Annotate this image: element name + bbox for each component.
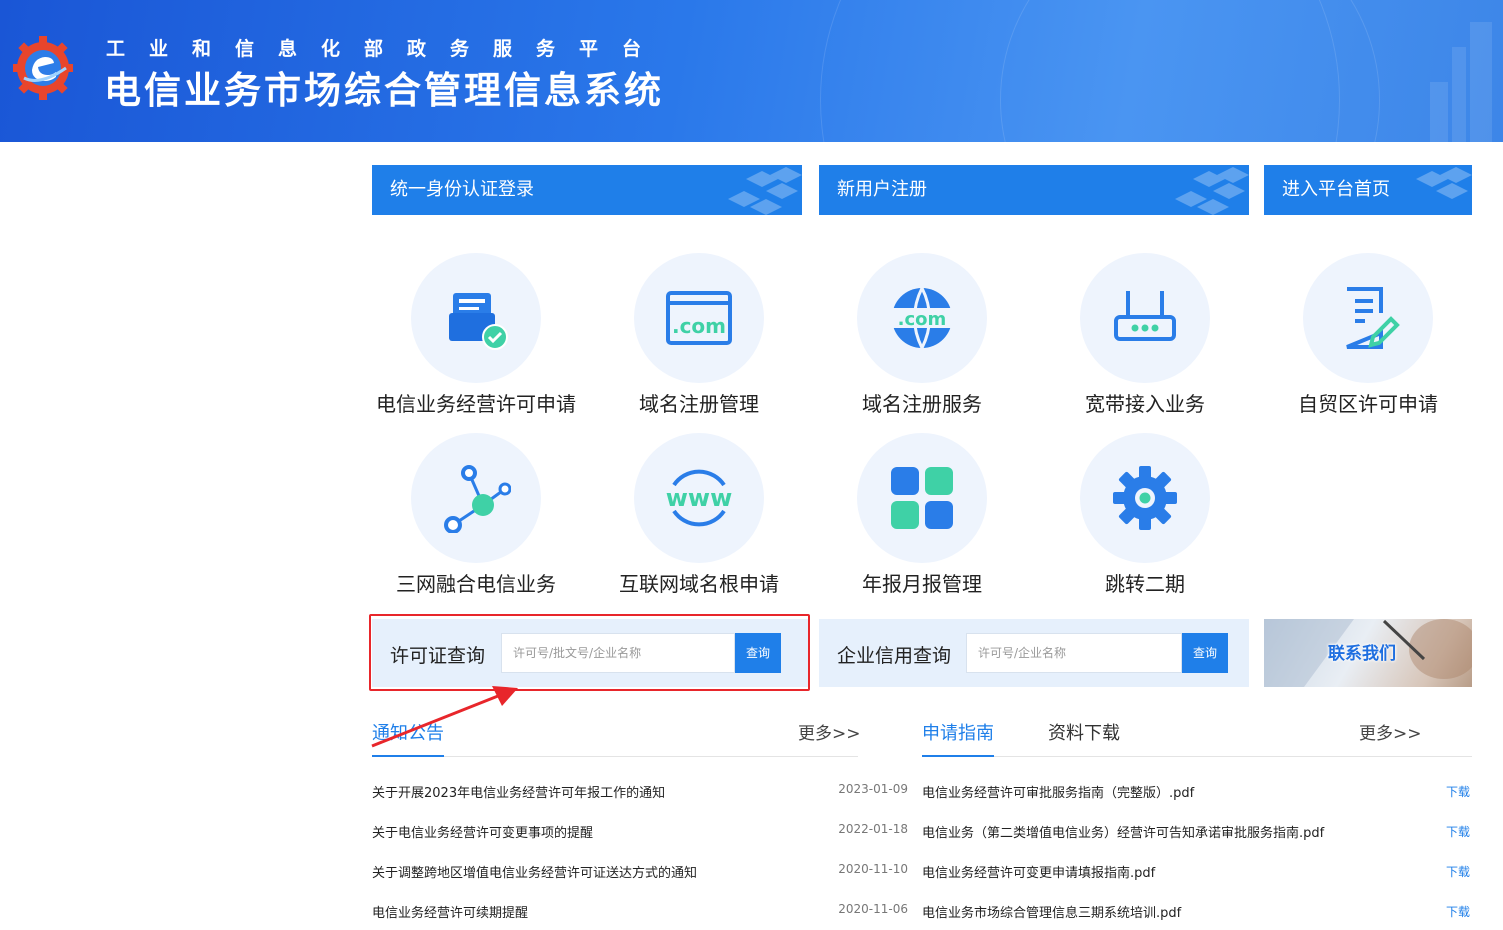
service-triple-play[interactable]: 三网融合电信业务 <box>366 433 586 603</box>
service-telecom-license[interactable]: 电信业务经营许可申请 <box>366 253 586 423</box>
notice-item[interactable]: 关于开展2023年电信业务经营许可年报工作的通知 2023-01-09 <box>372 782 908 801</box>
new-user-register-button[interactable]: 新用户注册 <box>819 165 1249 215</box>
notice-title: 关于开展2023年电信业务经营许可年报工作的通知 <box>372 786 666 801</box>
cube-decoration-icon <box>1416 167 1472 199</box>
download-link[interactable]: 下载 <box>1446 783 1470 800</box>
org-title: 工业和信息化部政务服务平台 <box>106 38 666 60</box>
contact-us-banner[interactable]: 联系我们 <box>1264 619 1472 687</box>
guides-tab-divider <box>922 756 1472 757</box>
download-link[interactable]: 下载 <box>1446 863 1470 880</box>
gear-icon <box>1113 466 1177 530</box>
guide-title: 电信业务（第二类增值电信业务）经营许可告知承诺审批服务指南.pdf <box>922 826 1325 841</box>
platform-home-button[interactable]: 进入平台首页 <box>1264 165 1472 215</box>
service-label: 宽带接入业务 <box>1085 392 1205 416</box>
site-header: 工业和信息化部政务服务平台 电信业务市场综合管理信息系统 <box>0 0 1503 142</box>
license-query-label: 许可证查询 <box>390 645 486 667</box>
service-label: 三网融合电信业务 <box>396 572 556 596</box>
guide-item[interactable]: 电信业务市场综合管理信息三期系统培训.pdf 下载 <box>922 902 1470 921</box>
service-icon-bg: www <box>634 433 764 563</box>
notices-tab-divider <box>372 756 858 757</box>
platform-home-label: 进入平台首页 <box>1282 179 1390 200</box>
guide-title: 电信业务经营许可变更申请填报指南.pdf <box>922 866 1156 881</box>
header-building-decoration <box>1430 82 1448 142</box>
service-icon-bg <box>1303 253 1433 383</box>
service-icon-bg <box>857 433 987 563</box>
credit-query-label: 企业信用查询 <box>837 645 952 667</box>
service-broadband-access[interactable]: 宽带接入业务 <box>1035 253 1255 423</box>
service-root-domain-application[interactable]: www 互联网域名根申请 <box>589 433 809 603</box>
www-icon: www <box>666 469 733 527</box>
license-query-input[interactable] <box>501 633 735 673</box>
cube-decoration-icon <box>728 167 802 215</box>
license-approved-icon <box>449 293 508 350</box>
notice-item[interactable]: 关于电信业务经营许可变更事项的提醒 2022-01-18 <box>372 822 908 841</box>
download-link[interactable]: 下载 <box>1446 823 1470 840</box>
service-label: 域名注册服务 <box>862 392 982 416</box>
service-ftz-license[interactable]: 自贸区许可申请 <box>1258 253 1478 423</box>
guides-more-link[interactable]: 更多>> <box>1359 719 1422 744</box>
notice-date: 2023-01-09 <box>838 782 908 796</box>
service-domain-registration-management[interactable]: .com 域名注册管理 <box>589 253 809 423</box>
unified-login-label: 统一身份认证登录 <box>390 179 534 200</box>
service-icon-bg <box>411 253 541 383</box>
new-user-register-label: 新用户注册 <box>837 179 927 200</box>
guides-tab-underline <box>922 755 994 757</box>
service-label: 跳转二期 <box>1105 572 1185 596</box>
router-icon <box>1114 291 1176 341</box>
notice-title: 电信业务经营许可续期提醒 <box>372 906 529 921</box>
notice-title: 关于电信业务经营许可变更事项的提醒 <box>372 826 594 841</box>
service-icon-bg <box>1080 253 1210 383</box>
service-domain-registration-service[interactable]: .com 域名注册服务 <box>812 253 1032 423</box>
grid-blocks-icon <box>891 467 953 529</box>
license-query-button[interactable]: 查询 <box>735 633 781 673</box>
tab-downloads[interactable]: 资料下载 <box>1048 719 1120 745</box>
header-building-decoration <box>1470 22 1492 142</box>
ministry-gear-logo-icon[interactable] <box>10 30 76 106</box>
svg-text:www: www <box>666 484 733 512</box>
notice-title: 关于调整跨地区增值电信业务经营许可证送达方式的通知 <box>372 866 698 881</box>
header-building-decoration <box>1452 47 1466 142</box>
guide-title: 电信业务市场综合管理信息三期系统培训.pdf <box>922 906 1182 921</box>
download-link[interactable]: 下载 <box>1446 903 1470 920</box>
guide-item[interactable]: 电信业务经营许可变更申请填报指南.pdf 下载 <box>922 862 1470 881</box>
service-icon-bg <box>1080 433 1210 563</box>
credit-query-input[interactable] <box>966 633 1182 673</box>
dotcom-window-icon: .com <box>666 291 732 345</box>
network-nodes-icon <box>444 465 511 533</box>
license-query-panel: 许可证查询 查询 <box>372 619 808 687</box>
notice-date: 2022-01-18 <box>838 822 908 836</box>
credit-query-panel: 企业信用查询 查询 <box>819 619 1249 687</box>
credit-query-button[interactable]: 查询 <box>1182 633 1228 673</box>
guide-item[interactable]: 电信业务（第二类增值电信业务）经营许可告知承诺审批服务指南.pdf 下载 <box>922 822 1470 841</box>
svg-text:.com: .com <box>898 309 947 330</box>
notice-item[interactable]: 关于调整跨地区增值电信业务经营许可证送达方式的通知 2020-11-10 <box>372 862 908 881</box>
service-icon-bg <box>411 433 541 563</box>
notice-item[interactable]: 电信业务经营许可续期提醒 2020-11-06 <box>372 902 908 921</box>
notice-date: 2020-11-10 <box>838 862 908 876</box>
service-icon-bg: .com <box>634 253 764 383</box>
guide-title: 电信业务经营许可审批服务指南（完整版）.pdf <box>922 786 1195 801</box>
service-label: 电信业务经营许可申请 <box>376 392 576 416</box>
notice-date: 2020-11-06 <box>838 902 908 916</box>
cube-decoration-icon <box>1175 167 1249 215</box>
system-title: 电信业务市场综合管理信息系统 <box>104 69 664 112</box>
contact-us-label: 联系我们 <box>1328 644 1396 664</box>
service-goto-phase-two[interactable]: 跳转二期 <box>1035 433 1255 603</box>
service-annual-monthly-report[interactable]: 年报月报管理 <box>812 433 1032 603</box>
service-label: 自贸区许可申请 <box>1298 392 1438 416</box>
service-label: 互联网域名根申请 <box>619 572 779 596</box>
unified-login-button[interactable]: 统一身份认证登录 <box>372 165 802 215</box>
service-label: 年报月报管理 <box>862 572 982 596</box>
guide-item[interactable]: 电信业务经营许可审批服务指南（完整版）.pdf 下载 <box>922 782 1470 801</box>
header-decoration <box>1000 0 1380 142</box>
document-edit-icon <box>1346 287 1400 349</box>
service-label: 域名注册管理 <box>639 392 759 416</box>
notices-more-link[interactable]: 更多>> <box>798 719 861 744</box>
dotcom-globe-icon: .com <box>891 287 953 349</box>
notices-tab-underline <box>372 755 444 757</box>
annotation-arrow-icon <box>371 686 518 748</box>
service-icon-bg: .com <box>857 253 987 383</box>
svg-text:.com: .com <box>672 314 726 338</box>
tab-application-guide[interactable]: 申请指南 <box>922 719 994 745</box>
